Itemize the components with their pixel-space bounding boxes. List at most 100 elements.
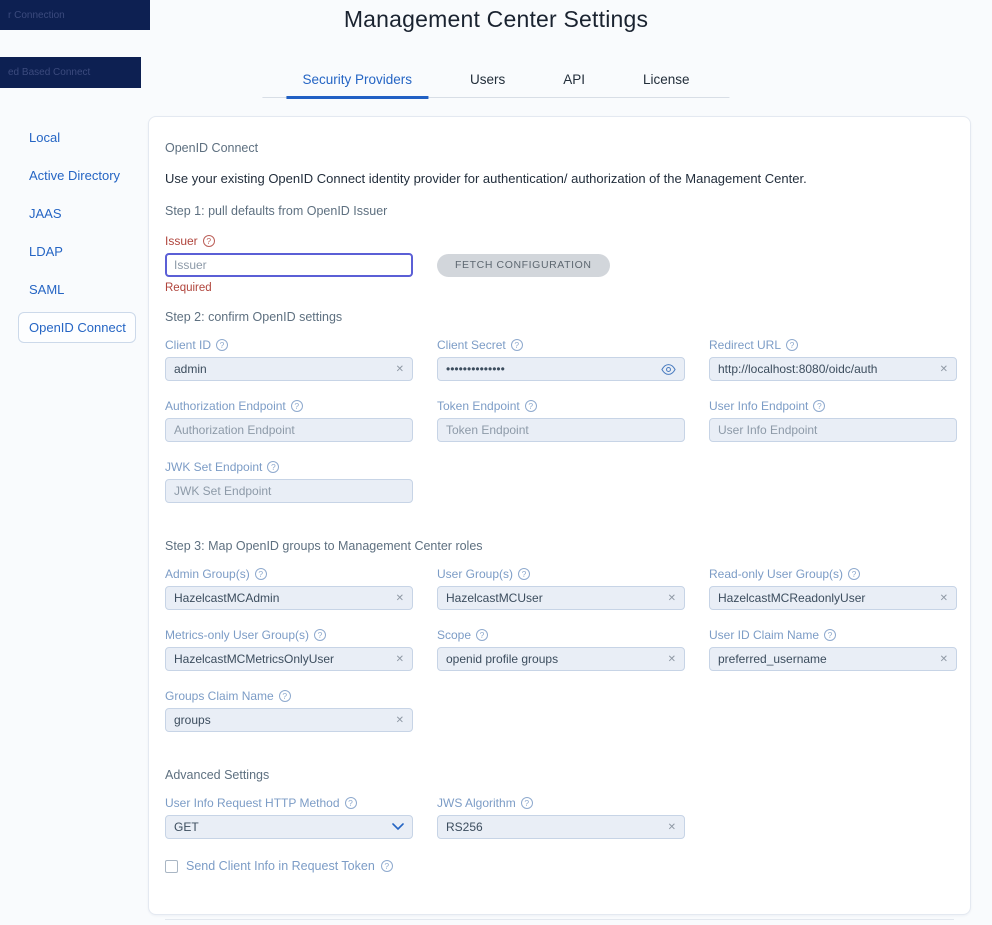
clear-icon[interactable]: ✕ — [668, 654, 676, 665]
readonly-user-groups-label: Read-only User Group(s) ? — [709, 567, 957, 581]
client-secret-input[interactable] — [446, 362, 655, 376]
user-id-claim-name-label: User ID Claim Name ? — [709, 628, 957, 642]
clear-icon[interactable]: ✕ — [940, 364, 948, 375]
field-redirect-url: Redirect URL ? ✕ — [709, 338, 957, 381]
send-client-info-checkbox[interactable] — [165, 860, 178, 873]
help-icon[interactable]: ? — [291, 400, 303, 412]
issuer-required-error: Required — [165, 282, 954, 294]
sidebar-item-saml[interactable]: SAML — [18, 274, 136, 305]
readonly-user-groups-input[interactable] — [718, 591, 934, 605]
help-icon[interactable]: ? — [848, 568, 860, 580]
scope-label-text: Scope — [437, 628, 471, 642]
help-icon[interactable]: ? — [518, 568, 530, 580]
issuer-row: FETCH CONFIGURATION — [165, 253, 954, 277]
client-id-input-box: ✕ — [165, 357, 413, 381]
user-id-claim-name-label-text: User ID Claim Name — [709, 628, 819, 642]
step2-row-1: Client ID ? ✕ Client Secret ? — [165, 338, 954, 381]
clear-icon[interactable]: ✕ — [668, 822, 676, 833]
security-providers-sidebar: Local Active Directory JAAS LDAP SAML Op… — [18, 122, 136, 350]
field-user-id-claim-name: User ID Claim Name ? ✕ — [709, 628, 957, 671]
readonly-user-groups-label-text: Read-only User Group(s) — [709, 567, 843, 581]
help-icon[interactable]: ? — [521, 797, 533, 809]
clear-icon[interactable]: ✕ — [396, 593, 404, 604]
field-readonly-user-groups: Read-only User Group(s) ? ✕ — [709, 567, 957, 610]
jwk-set-endpoint-input-box — [165, 479, 413, 503]
help-icon[interactable]: ? — [279, 690, 291, 702]
help-icon[interactable]: ? — [203, 235, 215, 247]
help-icon[interactable]: ? — [381, 860, 393, 872]
groups-claim-name-input[interactable] — [174, 713, 390, 727]
sidebar-item-active-directory[interactable]: Active Directory — [18, 160, 136, 191]
authorization-endpoint-input[interactable] — [174, 423, 404, 437]
openid-connect-panel: OpenID Connect Use your existing OpenID … — [148, 116, 971, 915]
help-icon[interactable]: ? — [824, 629, 836, 641]
user-info-endpoint-label: User Info Endpoint ? — [709, 399, 957, 413]
metrics-only-user-groups-input[interactable] — [174, 652, 390, 666]
admin-groups-label-text: Admin Group(s) — [165, 567, 250, 581]
help-icon[interactable]: ? — [511, 339, 523, 351]
sidebar-item-ldap[interactable]: LDAP — [18, 236, 136, 267]
readonly-user-groups-input-box: ✕ — [709, 586, 957, 610]
scope-input[interactable] — [446, 652, 662, 666]
admin-groups-input[interactable] — [174, 591, 390, 605]
step2-row-2: Authorization Endpoint ? Token Endpoint … — [165, 399, 954, 442]
field-user-groups: User Group(s) ? ✕ — [437, 567, 685, 610]
jws-algorithm-label: JWS Algorithm ? — [437, 796, 685, 810]
tab-security-providers[interactable]: Security Providers — [286, 64, 428, 99]
clear-icon[interactable]: ✕ — [668, 593, 676, 604]
help-icon[interactable]: ? — [345, 797, 357, 809]
token-endpoint-input[interactable] — [446, 423, 676, 437]
jwk-set-endpoint-input[interactable] — [174, 484, 404, 498]
client-id-input[interactable] — [174, 362, 390, 376]
step3-title: Step 3: Map OpenID groups to Management … — [165, 539, 954, 553]
send-client-info-label: Send Client Info in Request Token ? — [186, 859, 393, 873]
redirect-url-label: Redirect URL ? — [709, 338, 957, 352]
tab-users[interactable]: Users — [454, 64, 521, 99]
tab-api[interactable]: API — [547, 64, 601, 99]
help-icon[interactable]: ? — [267, 461, 279, 473]
jwk-set-endpoint-label: JWK Set Endpoint ? — [165, 460, 413, 474]
help-icon[interactable]: ? — [525, 400, 537, 412]
field-user-info-request-http-method: User Info Request HTTP Method ? — [165, 796, 413, 839]
page-title: Management Center Settings — [0, 6, 992, 33]
panel-footer: Click here for more information about co… — [165, 920, 954, 925]
background-app-fragment: ed Based Connect — [0, 57, 141, 88]
redirect-url-label-text: Redirect URL — [709, 338, 781, 352]
authorization-endpoint-label: Authorization Endpoint ? — [165, 399, 413, 413]
help-icon[interactable]: ? — [813, 400, 825, 412]
user-info-request-http-method-value[interactable] — [174, 820, 386, 834]
tab-license[interactable]: License — [627, 64, 706, 99]
show-password-eye-icon[interactable] — [661, 362, 676, 377]
user-groups-input[interactable] — [446, 591, 662, 605]
help-icon[interactable]: ? — [216, 339, 228, 351]
clear-icon[interactable]: ✕ — [940, 654, 948, 665]
field-jwk-set-endpoint: JWK Set Endpoint ? — [165, 460, 413, 503]
user-info-endpoint-input[interactable] — [718, 423, 948, 437]
help-icon[interactable]: ? — [786, 339, 798, 351]
redirect-url-input[interactable] — [718, 362, 934, 376]
background-fragment-text: ed Based Connect — [8, 67, 90, 78]
client-secret-label: Client Secret ? — [437, 338, 685, 352]
help-icon[interactable]: ? — [314, 629, 326, 641]
clear-icon[interactable]: ✕ — [396, 364, 404, 375]
help-icon[interactable]: ? — [255, 568, 267, 580]
help-icon[interactable]: ? — [476, 629, 488, 641]
client-id-label: Client ID ? — [165, 338, 413, 352]
sidebar-item-local[interactable]: Local — [18, 122, 136, 153]
user-info-endpoint-input-box — [709, 418, 957, 442]
clear-icon[interactable]: ✕ — [396, 715, 404, 726]
metrics-only-user-groups-input-box: ✕ — [165, 647, 413, 671]
fetch-configuration-button[interactable]: FETCH CONFIGURATION — [437, 254, 610, 277]
jws-algorithm-input[interactable] — [446, 820, 662, 834]
issuer-input[interactable] — [174, 258, 404, 272]
sidebar-item-openid-connect[interactable]: OpenID Connect — [18, 312, 136, 343]
clear-icon[interactable]: ✕ — [396, 654, 404, 665]
redirect-url-input-box: ✕ — [709, 357, 957, 381]
sidebar-item-jaas[interactable]: JAAS — [18, 198, 136, 229]
groups-claim-name-label-text: Groups Claim Name — [165, 689, 274, 703]
user-info-request-http-method-select[interactable] — [165, 815, 413, 839]
clear-icon[interactable]: ✕ — [940, 593, 948, 604]
send-client-info-label-text: Send Client Info in Request Token — [186, 859, 375, 873]
chevron-down-icon[interactable] — [392, 823, 404, 831]
user-id-claim-name-input[interactable] — [718, 652, 934, 666]
